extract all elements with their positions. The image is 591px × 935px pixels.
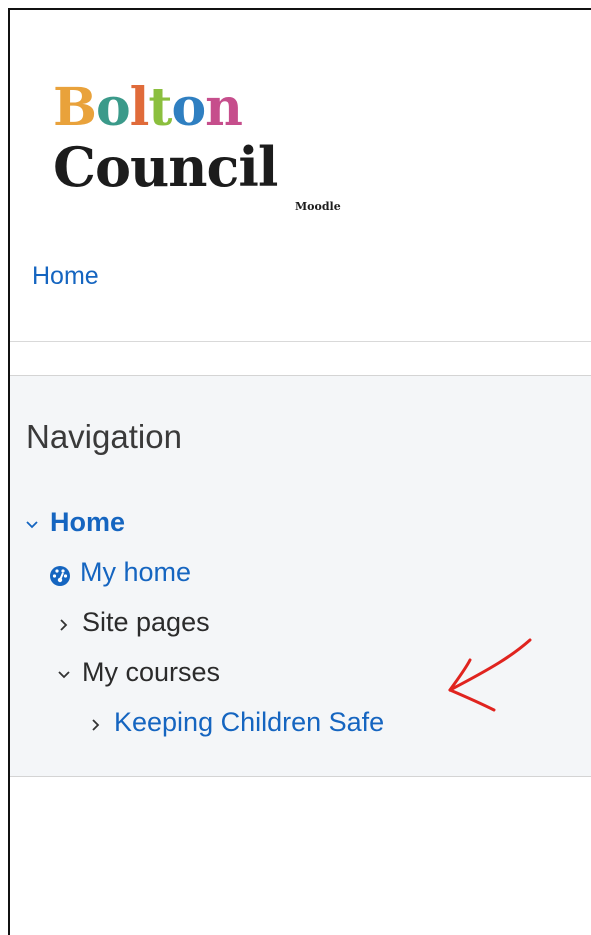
logo-line-1: Bolton [53, 82, 243, 134]
chevron-right-icon[interactable] [56, 608, 82, 640]
logo-letter: l [129, 77, 150, 138]
nav-item-my-courses-label[interactable]: My courses [82, 657, 220, 687]
nav-item-site-pages-label[interactable]: Site pages [82, 607, 210, 637]
nav-item-my-home-label[interactable]: My home [80, 557, 191, 587]
red-arrow-annotation [448, 638, 532, 712]
logo-subtitle: Moodle [295, 200, 341, 213]
bolton-council-logo[interactable]: Bolton Council Moodle [53, 82, 353, 222]
logo-letter: n [205, 77, 243, 138]
logo-letter: o [95, 77, 131, 138]
logo-letter: t [148, 77, 172, 138]
logo-letter: o [171, 77, 206, 138]
nav-item-site-pages[interactable]: Site pages [56, 606, 210, 640]
nav-item-course[interactable]: Keeping Children Safe [88, 706, 384, 740]
nav-item-home[interactable]: Home [24, 506, 125, 540]
chevron-right-icon[interactable] [88, 708, 114, 740]
chevron-down-icon[interactable] [56, 658, 82, 690]
nav-item-my-courses[interactable]: My courses [56, 656, 220, 690]
header-home-link[interactable]: Home [32, 262, 99, 291]
nav-item-home-label[interactable]: Home [50, 507, 125, 537]
dashboard-icon [48, 562, 72, 586]
nav-item-my-home[interactable]: My home [48, 556, 191, 588]
nav-item-course-label[interactable]: Keeping Children Safe [114, 707, 384, 737]
logo-letter: B [53, 77, 97, 138]
logo-line-2: Council [53, 135, 278, 199]
divider [10, 341, 591, 342]
page-frame: Bolton Council Moodle Home Navigation Ho… [8, 8, 591, 935]
chevron-down-icon[interactable] [24, 508, 50, 540]
navigation-title: Navigation [26, 418, 182, 455]
